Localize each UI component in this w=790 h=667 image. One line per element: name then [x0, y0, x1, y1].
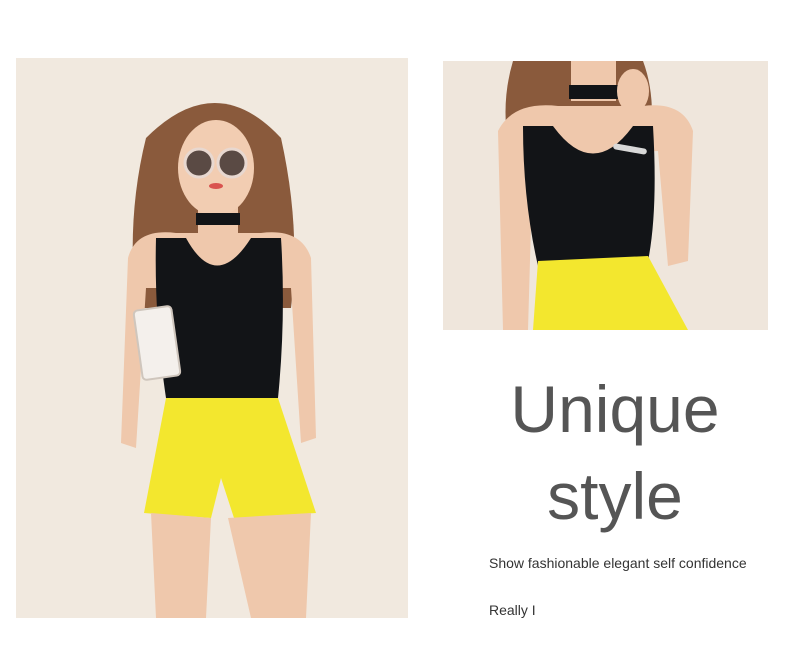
headline-line-1: Unique	[510, 372, 720, 446]
headline-line-2: style	[547, 459, 683, 533]
signoff-text: Really I	[489, 602, 536, 618]
product-detail-page: Unique style Show fashionable elegant se…	[0, 0, 790, 667]
model-full-body-illustration	[16, 58, 408, 618]
model-full-body-photo	[16, 58, 408, 618]
model-closeup-illustration	[443, 61, 768, 330]
model-closeup-photo	[443, 61, 768, 330]
tagline-text: Show fashionable elegant self confidence	[489, 555, 747, 571]
